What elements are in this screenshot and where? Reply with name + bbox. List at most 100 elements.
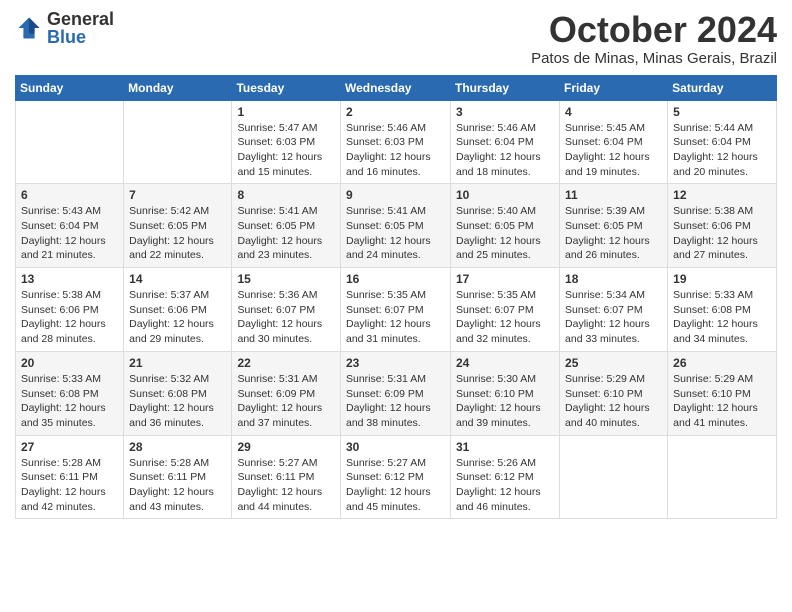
- calendar-week-row: 27 Sunrise: 5:28 AM Sunset: 6:11 PM Dayli…: [16, 435, 777, 519]
- calendar-cell: 17 Sunrise: 5:35 AM Sunset: 6:07 PM Dayli…: [451, 268, 560, 352]
- day-detail: Sunrise: 5:34 AM Sunset: 6:07 PM Dayligh…: [565, 288, 662, 347]
- day-number: 30: [346, 440, 445, 454]
- day-detail: Sunrise: 5:44 AM Sunset: 6:04 PM Dayligh…: [673, 121, 771, 180]
- calendar-cell: 28Sunrise: 5:28 AM Sunset: 6:11 PM Dayli…: [124, 435, 232, 519]
- calendar-header-wednesday: Wednesday: [341, 75, 451, 100]
- calendar-cell: 30Sunrise: 5:27 AM Sunset: 6:12 PM Dayli…: [341, 435, 451, 519]
- day-detail: Sunrise: 5:46 AM Sunset: 6:03 PM Dayligh…: [346, 121, 445, 180]
- day-detail: Sunrise: 5:33 AM Sunset: 6:08 PM Dayligh…: [673, 288, 771, 347]
- day-number: 20: [21, 356, 118, 370]
- day-number: 31: [456, 440, 554, 454]
- day-detail: Sunrise: 5:29 AM Sunset: 6:10 PM Dayligh…: [673, 372, 771, 431]
- calendar-cell: 26 Sunrise: 5:29 AM Sunset: 6:10 PM Dayli…: [668, 351, 777, 435]
- day-number: 25: [565, 356, 662, 370]
- calendar-cell: 22 Sunrise: 5:31 AM Sunset: 6:09 PM Dayli…: [232, 351, 341, 435]
- day-number: 7: [129, 188, 226, 202]
- day-number: 3: [456, 105, 554, 119]
- calendar-cell: 25 Sunrise: 5:29 AM Sunset: 6:10 PM Dayli…: [560, 351, 668, 435]
- day-number: 29: [237, 440, 335, 454]
- day-number: 5: [673, 105, 771, 119]
- day-detail: Sunrise: 5:29 AM Sunset: 6:10 PM Dayligh…: [565, 372, 662, 431]
- calendar-cell: 29 Sunrise: 5:27 AM Sunset: 6:11 PM Dayli…: [232, 435, 341, 519]
- calendar-cell: 3 Sunrise: 5:46 AM Sunset: 6:04 PM Daylig…: [451, 100, 560, 184]
- day-number: 19: [673, 272, 771, 286]
- day-detail: Sunrise: 5:27 AM Sunset: 6:11 PM Dayligh…: [237, 456, 335, 515]
- day-number: 10: [456, 188, 554, 202]
- calendar-cell: 11 Sunrise: 5:39 AM Sunset: 6:05 PM Dayli…: [560, 184, 668, 268]
- calendar-cell: [16, 100, 124, 184]
- calendar-cell: 15 Sunrise: 5:36 AM Sunset: 6:07 PM Dayli…: [232, 268, 341, 352]
- day-detail: Sunrise: 5:38 AM Sunset: 6:06 PM Dayligh…: [21, 288, 118, 347]
- calendar-cell: 8Sunrise: 5:41 AM Sunset: 6:05 PM Daylig…: [232, 184, 341, 268]
- day-detail: Sunrise: 5:47 AM Sunset: 6:03 PM Dayligh…: [237, 121, 335, 180]
- day-detail: Sunrise: 5:35 AM Sunset: 6:07 PM Dayligh…: [456, 288, 554, 347]
- day-number: 23: [346, 356, 445, 370]
- calendar-cell: 9 Sunrise: 5:41 AM Sunset: 6:05 PM Daylig…: [341, 184, 451, 268]
- day-number: 26: [673, 356, 771, 370]
- page-header: General Blue October 2024 Patos de Minas…: [15, 10, 777, 67]
- calendar-cell: 6 Sunrise: 5:43 AM Sunset: 6:04 PM Daylig…: [16, 184, 124, 268]
- calendar-header-saturday: Saturday: [668, 75, 777, 100]
- day-detail: Sunrise: 5:40 AM Sunset: 6:05 PM Dayligh…: [456, 204, 554, 263]
- day-number: 15: [237, 272, 335, 286]
- day-number: 22: [237, 356, 335, 370]
- day-detail: Sunrise: 5:32 AM Sunset: 6:08 PM Dayligh…: [129, 372, 226, 431]
- calendar-week-row: 13Sunrise: 5:38 AM Sunset: 6:06 PM Dayli…: [16, 268, 777, 352]
- day-detail: Sunrise: 5:42 AM Sunset: 6:05 PM Dayligh…: [129, 204, 226, 263]
- day-number: 12: [673, 188, 771, 202]
- day-number: 21: [129, 356, 226, 370]
- day-detail: Sunrise: 5:28 AM Sunset: 6:11 PM Dayligh…: [129, 456, 226, 515]
- day-number: 9: [346, 188, 445, 202]
- day-detail: Sunrise: 5:31 AM Sunset: 6:09 PM Dayligh…: [237, 372, 335, 431]
- calendar-cell: 31 Sunrise: 5:26 AM Sunset: 6:12 PM Dayli…: [451, 435, 560, 519]
- day-detail: Sunrise: 5:36 AM Sunset: 6:07 PM Dayligh…: [237, 288, 335, 347]
- day-number: 24: [456, 356, 554, 370]
- calendar-cell: 12Sunrise: 5:38 AM Sunset: 6:06 PM Dayli…: [668, 184, 777, 268]
- calendar-cell: 18 Sunrise: 5:34 AM Sunset: 6:07 PM Dayli…: [560, 268, 668, 352]
- day-number: 8: [237, 188, 335, 202]
- day-detail: Sunrise: 5:43 AM Sunset: 6:04 PM Dayligh…: [21, 204, 118, 263]
- day-number: 4: [565, 105, 662, 119]
- calendar-cell: 1 Sunrise: 5:47 AM Sunset: 6:03 PM Daylig…: [232, 100, 341, 184]
- calendar-week-row: 1 Sunrise: 5:47 AM Sunset: 6:03 PM Daylig…: [16, 100, 777, 184]
- calendar-header-monday: Monday: [124, 75, 232, 100]
- day-number: 17: [456, 272, 554, 286]
- calendar-week-row: 20Sunrise: 5:33 AM Sunset: 6:08 PM Dayli…: [16, 351, 777, 435]
- day-number: 1: [237, 105, 335, 119]
- day-number: 18: [565, 272, 662, 286]
- calendar-cell: 13Sunrise: 5:38 AM Sunset: 6:06 PM Dayli…: [16, 268, 124, 352]
- day-detail: Sunrise: 5:37 AM Sunset: 6:06 PM Dayligh…: [129, 288, 226, 347]
- day-detail: Sunrise: 5:26 AM Sunset: 6:12 PM Dayligh…: [456, 456, 554, 515]
- calendar-cell: 10 Sunrise: 5:40 AM Sunset: 6:05 PM Dayli…: [451, 184, 560, 268]
- day-detail: Sunrise: 5:46 AM Sunset: 6:04 PM Dayligh…: [456, 121, 554, 180]
- calendar-cell: 19 Sunrise: 5:33 AM Sunset: 6:08 PM Dayli…: [668, 268, 777, 352]
- day-detail: Sunrise: 5:31 AM Sunset: 6:09 PM Dayligh…: [346, 372, 445, 431]
- month-title: October 2024: [531, 10, 777, 50]
- calendar-week-row: 6 Sunrise: 5:43 AM Sunset: 6:04 PM Daylig…: [16, 184, 777, 268]
- calendar-cell: 7 Sunrise: 5:42 AM Sunset: 6:05 PM Daylig…: [124, 184, 232, 268]
- calendar-cell: 23 Sunrise: 5:31 AM Sunset: 6:09 PM Dayli…: [341, 351, 451, 435]
- day-detail: Sunrise: 5:45 AM Sunset: 6:04 PM Dayligh…: [565, 121, 662, 180]
- calendar-cell: 21 Sunrise: 5:32 AM Sunset: 6:08 PM Dayli…: [124, 351, 232, 435]
- calendar-cell: 5 Sunrise: 5:44 AM Sunset: 6:04 PM Daylig…: [668, 100, 777, 184]
- logo-icon: [15, 14, 43, 42]
- day-detail: Sunrise: 5:30 AM Sunset: 6:10 PM Dayligh…: [456, 372, 554, 431]
- day-number: 27: [21, 440, 118, 454]
- day-number: 11: [565, 188, 662, 202]
- calendar-header-row: SundayMondayTuesdayWednesdayThursdayFrid…: [16, 75, 777, 100]
- day-number: 16: [346, 272, 445, 286]
- logo-general: General: [47, 10, 114, 28]
- calendar-cell: 27 Sunrise: 5:28 AM Sunset: 6:11 PM Dayli…: [16, 435, 124, 519]
- day-number: 6: [21, 188, 118, 202]
- day-detail: Sunrise: 5:39 AM Sunset: 6:05 PM Dayligh…: [565, 204, 662, 263]
- title-section: October 2024 Patos de Minas, Minas Gerai…: [531, 10, 777, 67]
- calendar-cell: 14Sunrise: 5:37 AM Sunset: 6:06 PM Dayli…: [124, 268, 232, 352]
- calendar-header-thursday: Thursday: [451, 75, 560, 100]
- calendar-header-friday: Friday: [560, 75, 668, 100]
- calendar-header-sunday: Sunday: [16, 75, 124, 100]
- day-detail: Sunrise: 5:41 AM Sunset: 6:05 PM Dayligh…: [346, 204, 445, 263]
- location: Patos de Minas, Minas Gerais, Brazil: [531, 50, 777, 67]
- day-detail: Sunrise: 5:28 AM Sunset: 6:11 PM Dayligh…: [21, 456, 118, 515]
- logo-blue: Blue: [47, 28, 114, 46]
- calendar-cell: 2Sunrise: 5:46 AM Sunset: 6:03 PM Daylig…: [341, 100, 451, 184]
